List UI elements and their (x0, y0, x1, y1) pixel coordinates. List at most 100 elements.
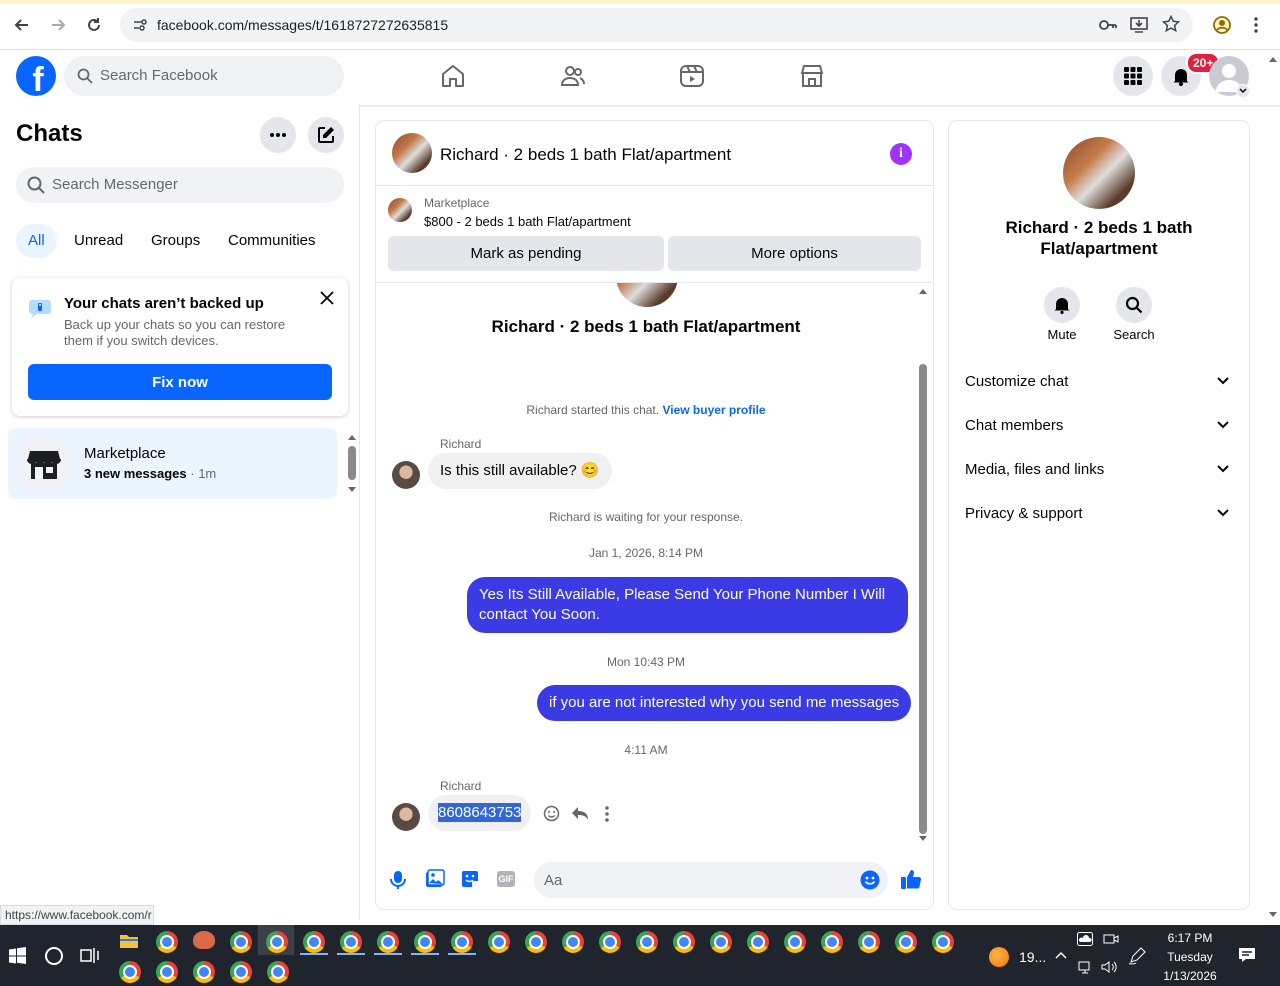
volume-icon[interactable] (1101, 960, 1119, 974)
message-outgoing[interactable]: Yes Its Still Available, Please Send You… (467, 577, 908, 633)
microphone-icon[interactable] (390, 870, 406, 890)
chrome-taskbar-icon[interactable] (599, 931, 621, 953)
media-files-links-section[interactable]: Media, files and links (965, 461, 1235, 485)
new-message-button[interactable] (308, 117, 344, 153)
details-avatar[interactable] (1063, 137, 1135, 209)
sidebar-scrollbar-thumb[interactable] (348, 446, 356, 480)
reload-icon[interactable] (82, 13, 106, 37)
attach-image-icon[interactable] (425, 869, 445, 889)
message-incoming-phone[interactable]: 8608643753 (428, 795, 532, 831)
install-app-icon[interactable] (1130, 16, 1148, 34)
view-buyer-profile-link[interactable]: View buyer profile (662, 403, 765, 417)
network-icon[interactable] (1078, 960, 1094, 974)
chrome-taskbar-icon[interactable] (821, 931, 843, 953)
chrome-taskbar-icon[interactable] (230, 931, 252, 953)
chrome-taskbar-icon[interactable] (636, 931, 658, 953)
more-actions-icon[interactable] (605, 806, 609, 822)
info-icon[interactable]: i (890, 143, 912, 165)
chrome-taskbar-icon[interactable] (119, 961, 141, 983)
chevron-up-icon[interactable] (1055, 951, 1067, 959)
gif-icon[interactable]: GIF (497, 871, 515, 887)
page-scroll-up-arrow[interactable] (1268, 55, 1278, 63)
thread-scrollbar-thumb[interactable] (919, 364, 927, 834)
chrome-taskbar-icon[interactable] (156, 931, 178, 953)
chrome-taskbar-icon[interactable] (747, 931, 769, 953)
chrome-taskbar-icon[interactable] (451, 931, 473, 953)
system-clock[interactable]: 6:17 PM Tuesday 1/13/2026 (1150, 929, 1230, 986)
marketplace-icon[interactable] (799, 63, 825, 89)
sender-avatar[interactable] (392, 803, 420, 831)
mute-button[interactable] (1044, 287, 1080, 323)
conversation-title[interactable]: Richard · 2 beds 1 bath Flat/apartment (440, 145, 731, 165)
chrome-taskbar-icon[interactable] (156, 961, 178, 983)
filter-groups[interactable]: Groups (139, 224, 212, 258)
chevron-down-icon[interactable] (1236, 84, 1250, 98)
url-text[interactable]: facebook.com/messages/t/1618727272635815 (157, 17, 448, 33)
forward-arrow-icon[interactable] (46, 13, 70, 37)
menu-grid-icon[interactable] (1113, 56, 1153, 96)
site-info-icon[interactable] (132, 17, 148, 33)
profile-icon[interactable] (1210, 13, 1234, 37)
privacy-support-section[interactable]: Privacy & support (965, 505, 1235, 529)
message-outgoing[interactable]: if you are not interested why you send m… (537, 685, 912, 721)
message-input[interactable]: Aa (534, 862, 888, 898)
home-icon[interactable] (440, 63, 466, 89)
address-bar[interactable]: facebook.com/messages/t/1618727272635815 (120, 8, 1193, 42)
chrome-taskbar-icon[interactable] (266, 931, 288, 953)
scroll-up-arrow[interactable] (918, 287, 928, 295)
task-view-icon[interactable] (80, 947, 99, 964)
search-circle-icon[interactable] (45, 947, 63, 965)
chrome-taskbar-icon[interactable] (488, 931, 510, 953)
chrome-taskbar-icon[interactable] (414, 931, 436, 953)
messenger-search-input[interactable]: Search Messenger (16, 167, 344, 203)
conversation-item-marketplace[interactable]: Marketplace 3 new messages · 1m (8, 428, 337, 499)
weather-icon[interactable] (989, 947, 1009, 967)
scroll-down-arrow[interactable] (347, 486, 357, 494)
pen-icon[interactable] (1128, 947, 1146, 965)
conversation-avatar[interactable] (392, 133, 432, 173)
meet-now-icon[interactable] (1103, 932, 1119, 946)
listing-thumbnail[interactable] (388, 198, 412, 222)
chrome-taskbar-icon[interactable] (673, 931, 695, 953)
bookmark-star-icon[interactable] (1162, 15, 1180, 33)
close-icon[interactable] (320, 291, 334, 305)
action-center-icon[interactable] (1238, 947, 1256, 963)
filter-communities[interactable]: Communities (216, 224, 328, 258)
weather-text[interactable]: 19... (1019, 949, 1046, 965)
chrome-taskbar-icon[interactable] (377, 931, 399, 953)
key-icon[interactable] (1098, 16, 1118, 34)
friends-icon[interactable] (560, 63, 586, 89)
video-icon[interactable] (679, 63, 705, 89)
page-scroll-down-arrow[interactable] (1268, 911, 1278, 919)
sticker-icon[interactable] (460, 869, 480, 889)
file-explorer-icon[interactable] (120, 933, 138, 948)
thumbs-up-icon[interactable] (900, 868, 922, 890)
mark-as-pending-button[interactable]: Mark as pending (388, 236, 664, 271)
chrome-taskbar-icon[interactable] (525, 931, 547, 953)
back-arrow-icon[interactable] (10, 13, 34, 37)
app-taskbar-icon[interactable] (193, 931, 215, 949)
more-options-button[interactable] (260, 117, 296, 153)
selected-text[interactable]: 8608643753 (438, 803, 522, 822)
chrome-taskbar-icon[interactable] (562, 931, 584, 953)
customize-chat-section[interactable]: Customize chat (965, 373, 1235, 397)
chrome-taskbar-icon[interactable] (267, 961, 289, 983)
chrome-taskbar-icon[interactable] (784, 931, 806, 953)
scroll-up-arrow[interactable] (347, 433, 357, 441)
chrome-taskbar-icon[interactable] (895, 931, 917, 953)
listing-price-title[interactable]: $800 - 2 beds 1 bath Flat/apartment (424, 214, 631, 229)
chrome-taskbar-icon[interactable] (710, 931, 732, 953)
windows-start-icon[interactable] (9, 947, 26, 964)
sender-avatar[interactable] (392, 461, 420, 489)
chrome-taskbar-icon[interactable] (193, 961, 215, 983)
chrome-taskbar-icon[interactable] (858, 931, 880, 953)
emoji-icon[interactable] (860, 870, 880, 890)
scroll-down-arrow[interactable] (918, 835, 928, 843)
chrome-taskbar-icon[interactable] (932, 931, 954, 953)
chrome-taskbar-icon[interactable] (230, 961, 252, 983)
message-incoming[interactable]: Is this still available? 😊 (428, 453, 612, 489)
react-emoji-icon[interactable] (543, 805, 560, 822)
reply-icon[interactable] (571, 806, 589, 821)
filter-unread[interactable]: Unread (62, 224, 135, 258)
browser-menu-icon[interactable] (1244, 13, 1268, 37)
